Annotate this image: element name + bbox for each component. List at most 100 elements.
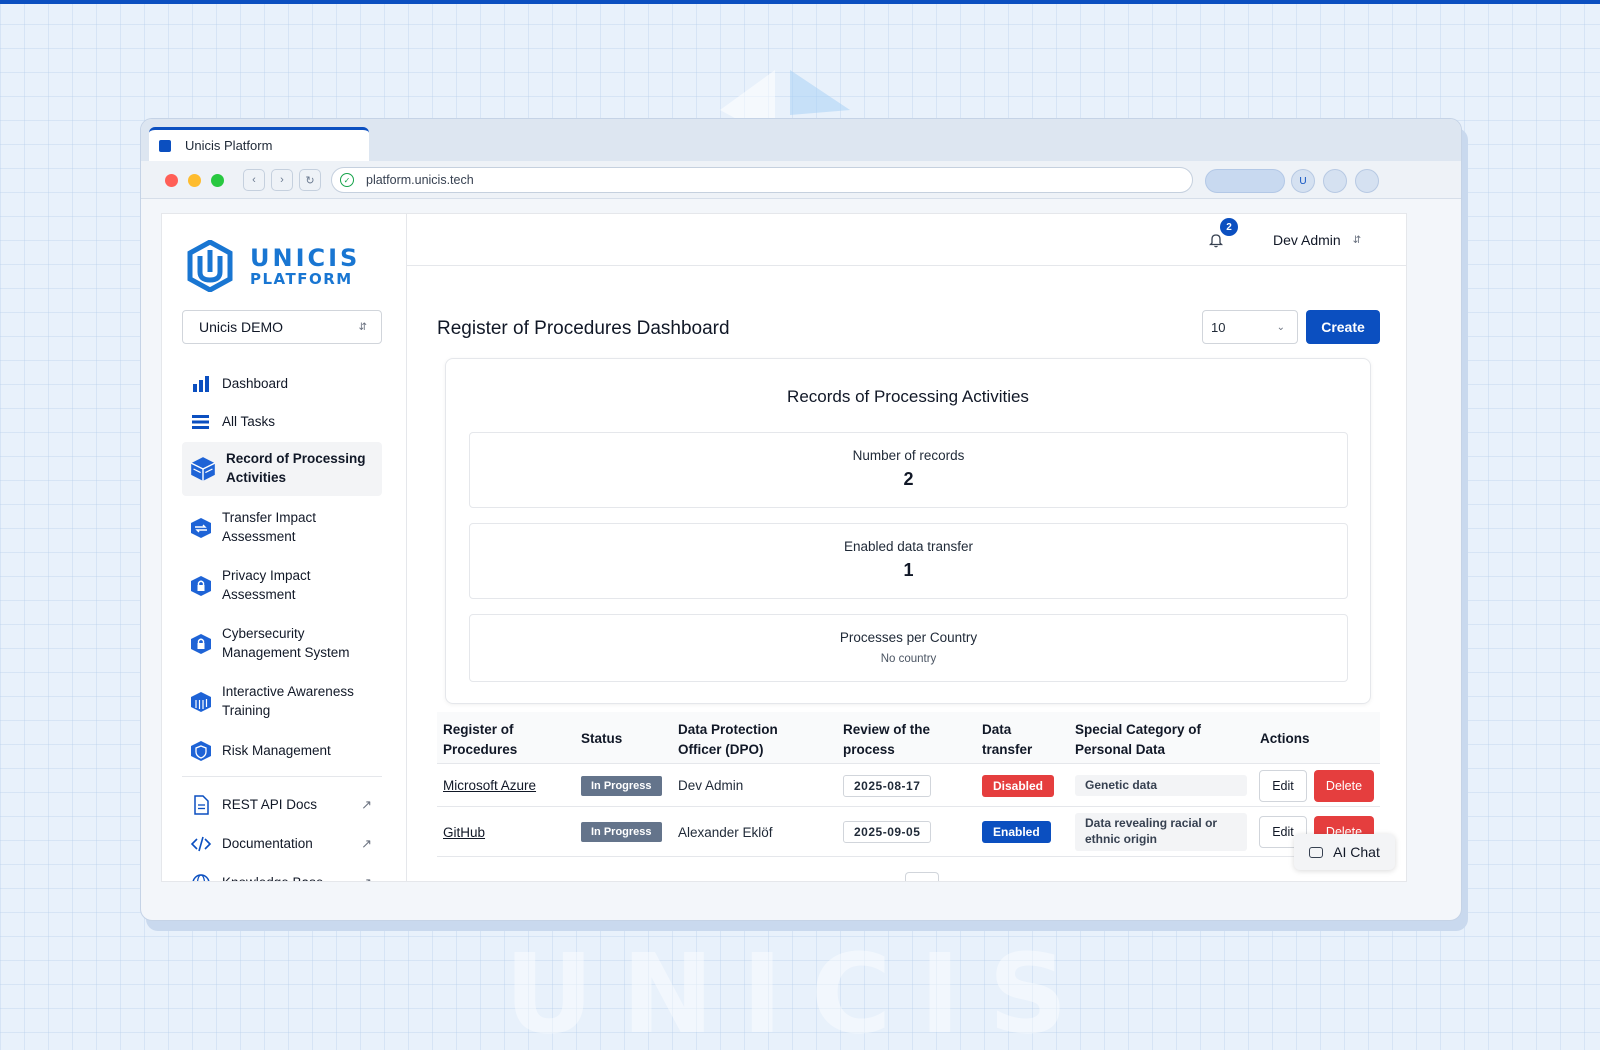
column-header: Actions	[1260, 731, 1310, 746]
menu-button[interactable]	[1355, 169, 1379, 193]
top-header: 2 Dev Admin ⇵	[407, 214, 1406, 266]
user-menu[interactable]: Dev Admin ⇵	[1273, 232, 1361, 248]
lock-hexagon-icon	[191, 576, 211, 596]
column-header[interactable]: Status	[581, 729, 622, 749]
sidebar-link-knowledge-base[interactable]: Knowledge Base ↗	[182, 870, 382, 881]
data-transfer-badge: Enabled	[982, 821, 1051, 843]
top-accent-bar	[0, 0, 1600, 4]
url-text: platform.unicis.tech	[366, 173, 474, 187]
review-date: 2025-09-05	[843, 821, 932, 843]
column-header[interactable]: Data Protection Officer (DPO)	[678, 720, 808, 759]
stat-number-of-records: Number of records 2	[469, 432, 1348, 508]
procedures-table: Register of Procedures Status Data Prote…	[437, 712, 1380, 857]
secure-check-icon: ✓	[340, 173, 354, 187]
column-header[interactable]: Review of the process	[843, 720, 953, 759]
sidebar-item-all-tasks[interactable]: All Tasks	[182, 409, 382, 435]
close-window-button[interactable]	[165, 174, 178, 187]
app-frame: UNICIS PLATFORM Unicis DEMO ⇵ Dashboard …	[161, 213, 1407, 882]
status-badge: In Progress	[581, 775, 662, 796]
sidebar-item-cybersecurity[interactable]: Cybersecurity Management System	[182, 624, 382, 664]
reload-button[interactable]: ↻	[299, 169, 321, 191]
main-content: 2 Dev Admin ⇵ Register of Procedures Das…	[407, 214, 1406, 881]
external-link-icon: ↗	[361, 874, 372, 881]
data-transfer-badge: Disabled	[982, 774, 1055, 797]
sidebar-divider	[182, 776, 382, 777]
organization-select[interactable]: Unicis DEMO ⇵	[182, 310, 382, 344]
sidebar-item-label: Record of Processing Activities	[226, 451, 366, 485]
table-row: GitHub In Progress Alexander Eklöf 2025-…	[437, 807, 1380, 857]
browser-tab[interactable]: Unicis Platform	[149, 127, 369, 161]
stat-enabled-data-transfer: Enabled data transfer 1	[469, 523, 1348, 599]
profile-avatar[interactable]: U	[1291, 169, 1315, 193]
extension-button[interactable]	[1323, 169, 1347, 193]
forward-button[interactable]: ›	[271, 169, 293, 191]
minimize-window-button[interactable]	[188, 174, 201, 187]
stat-processes-per-country: Processes per Country No country	[469, 614, 1348, 682]
table-header: Register of Procedures Status Data Prote…	[437, 712, 1380, 764]
stat-label: Processes per Country	[839, 630, 978, 645]
stat-empty-value: No country	[880, 653, 937, 665]
sidebar-item-label: All Tasks	[222, 413, 276, 429]
sidebar-item-awareness-training[interactable]: Interactive Awareness Training	[182, 682, 382, 722]
card-title: Records of Processing Activities	[787, 387, 1029, 406]
sidebar-link-label: Knowledge Base	[222, 874, 323, 881]
sidebar-item-label: Cybersecurity Management System	[222, 626, 350, 660]
stat-label: Number of records	[852, 448, 965, 463]
unicis-logo[interactable]: UNICIS PLATFORM	[186, 240, 360, 292]
dpo-name: Dev Admin	[678, 778, 744, 793]
column-header[interactable]: Special Category of Personal Data	[1075, 720, 1225, 759]
sidebar: UNICIS PLATFORM Unicis DEMO ⇵ Dashboard …	[162, 214, 407, 881]
edit-button[interactable]: Edit	[1259, 769, 1307, 802]
sidebar-item-label: Privacy Impact Assessment	[222, 568, 311, 602]
column-header[interactable]: Data transfer	[982, 720, 1052, 759]
lock-hexagon-icon	[191, 634, 211, 654]
user-name: Dev Admin	[1273, 232, 1341, 248]
updown-chevron-icon: ⇵	[1352, 234, 1362, 246]
sidebar-link-label: Documentation	[222, 835, 313, 851]
special-category-tag: Data revealing racial or ethnic origin	[1075, 813, 1247, 851]
pagination-stub[interactable]	[905, 872, 939, 881]
sidebar-item-dashboard[interactable]: Dashboard	[182, 371, 382, 397]
ai-chat-label: AI Chat	[1333, 844, 1380, 860]
sidebar-link-documentation[interactable]: Documentation ↗	[182, 831, 382, 857]
sidebar-item-privacy-impact[interactable]: Privacy Impact Assessment	[182, 566, 382, 606]
sidebar-item-risk-management[interactable]: Risk Management	[182, 738, 382, 764]
table-row: Microsoft Azure In Progress Dev Admin 20…	[437, 764, 1380, 807]
create-button[interactable]: Create	[1306, 310, 1380, 344]
maximize-window-button[interactable]	[211, 174, 224, 187]
delete-button[interactable]: Delete	[1314, 769, 1374, 802]
status-badge: In Progress	[581, 822, 662, 842]
procedure-link[interactable]: Microsoft Azure	[443, 778, 536, 793]
bell-icon[interactable]	[1209, 232, 1223, 248]
review-date: 2025-08-17	[843, 774, 932, 797]
browser-window: Unicis Platform ‹ › ↻ ✓ platform.unicis.…	[140, 118, 1462, 921]
logo-title: UNICIS	[250, 243, 361, 272]
shield-hexagon-icon	[191, 741, 211, 761]
sidebar-link-rest-api-docs[interactable]: REST API Docs ↗	[182, 792, 382, 818]
page-size-value: 10	[1211, 319, 1226, 335]
transfer-cube-icon	[191, 518, 211, 538]
procedure-link[interactable]: GitHub	[443, 825, 485, 840]
sidebar-item-record-of-processing[interactable]: Record of Processing Activities	[182, 442, 382, 496]
globe-icon	[192, 874, 210, 881]
page-size-select[interactable]: 10 ⌄	[1202, 310, 1298, 344]
stat-value: 2	[903, 469, 914, 489]
column-header[interactable]: Register of Procedures	[443, 720, 563, 759]
address-bar[interactable]: ✓ platform.unicis.tech	[331, 167, 1193, 193]
logo-subtitle: PLATFORM	[250, 269, 353, 288]
bar-chart-icon	[193, 376, 209, 392]
tab-title: Unicis Platform	[185, 138, 273, 153]
ai-chat-button[interactable]: AI Chat	[1294, 834, 1395, 870]
sidebar-item-transfer-impact[interactable]: Transfer Impact Assessment	[182, 508, 382, 548]
list-icon	[192, 415, 209, 429]
page-title: Register of Procedures Dashboard	[437, 318, 730, 339]
sidebar-item-label: Dashboard	[222, 375, 289, 391]
toolbar-pill-button[interactable]	[1205, 169, 1285, 193]
back-button[interactable]: ‹	[243, 169, 265, 191]
building-cube-icon	[191, 692, 211, 712]
updown-chevron-icon: ⇵	[358, 321, 367, 333]
unicis-logo-icon	[187, 240, 233, 292]
organization-select-value: Unicis DEMO	[199, 319, 284, 335]
stat-value: 1	[903, 560, 914, 580]
document-icon	[194, 795, 209, 815]
